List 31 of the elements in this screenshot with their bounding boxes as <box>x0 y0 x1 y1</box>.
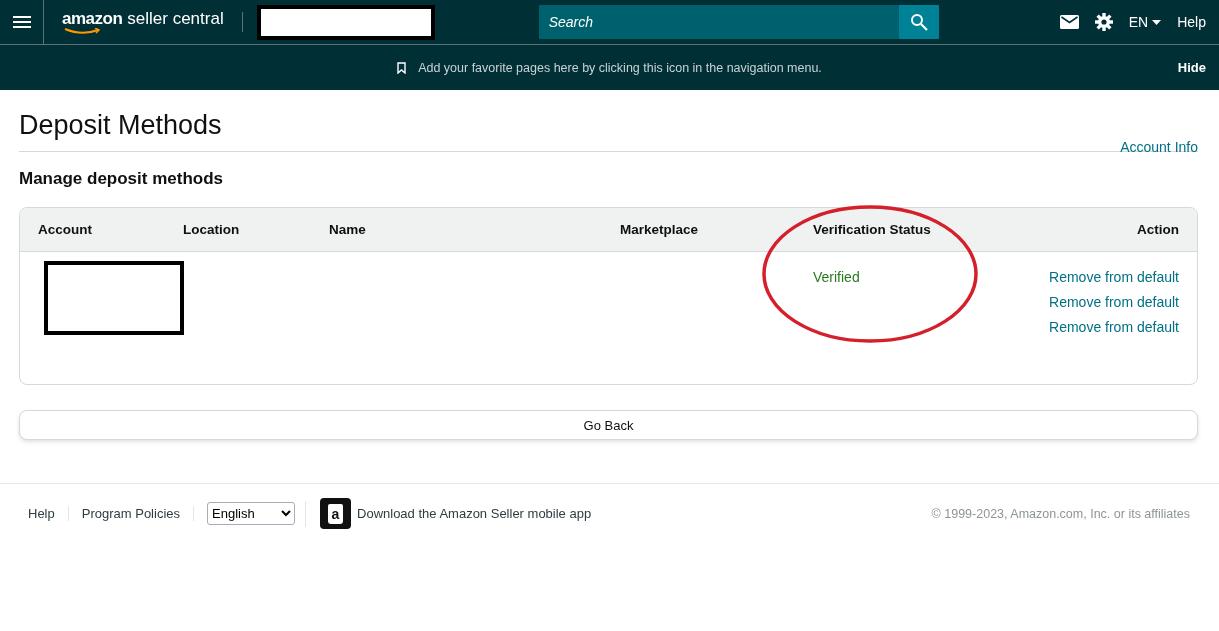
footer-link[interactable]: Program Policies <box>81 506 194 521</box>
go-back-button[interactable]: Go Back <box>19 410 1198 440</box>
column-header: Verification Status <box>813 222 932 237</box>
bookmark-icon <box>397 61 407 74</box>
menu-icon <box>12 15 31 29</box>
remove-default-link[interactable]: Remove from default <box>1049 269 1179 285</box>
column-header: Action <box>1137 222 1179 237</box>
hide-link[interactable]: Hide <box>1177 60 1206 75</box>
search-icon <box>909 13 928 31</box>
language-menu[interactable]: EN <box>1128 14 1162 30</box>
favorites-hint: Add your favorite pages here by clicking this icon in the navigation menu. <box>418 60 822 75</box>
footer-link[interactable]: Help <box>28 506 69 521</box>
app-icon[interactable]: a <box>320 498 351 529</box>
mail-icon[interactable] <box>1059 15 1079 29</box>
search-button[interactable] <box>898 5 939 39</box>
column-header: Marketplace <box>620 222 700 237</box>
remove-default-link[interactable]: Remove from default <box>1049 294 1179 310</box>
app-download-link[interactable]: Download the Amazon Seller mobile app <box>357 506 592 521</box>
remove-default-link[interactable]: Remove from default <box>1049 319 1179 335</box>
column-header: Name <box>329 222 367 237</box>
column-header: Location <box>183 222 241 237</box>
account-info-link[interactable]: Account Info <box>1120 139 1198 155</box>
help-link[interactable]: Help <box>1177 14 1206 30</box>
section-title: Manage deposit methods <box>19 169 225 189</box>
verification-status: Verified <box>813 269 860 285</box>
settings-icon[interactable] <box>1094 13 1113 31</box>
caret-icon <box>1152 19 1162 25</box>
language-select[interactable]: English <box>207 502 295 525</box>
column-header: Account <box>38 222 93 237</box>
seller-central-logo[interactable]: amazon seller central <box>62 9 224 35</box>
copyright: © 1999-2023, Amazon.com, Inc. or its affiliates <box>931 506 1190 521</box>
